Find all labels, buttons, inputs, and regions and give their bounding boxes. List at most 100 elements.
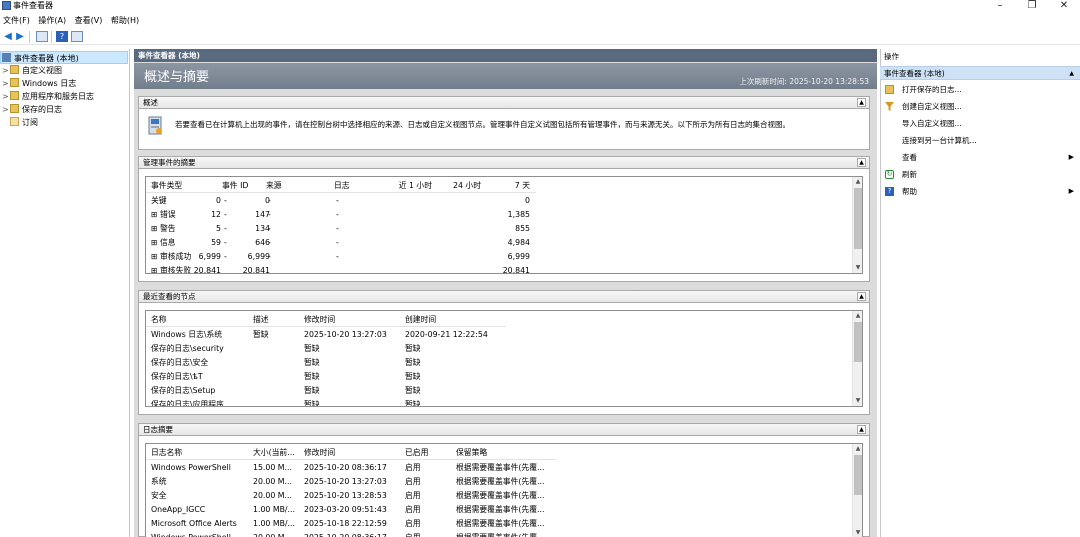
chevron-right-icon[interactable]: > [2, 103, 10, 116]
collapse-icon[interactable]: ▲ [857, 158, 866, 167]
column-header[interactable]: 创建时间 [405, 313, 436, 327]
menu-view[interactable]: 查看(V) [72, 13, 106, 28]
column-header[interactable]: 日志名称 [151, 446, 182, 460]
show-hide-tree-icon[interactable] [36, 31, 48, 42]
log-summary-table[interactable]: 日志名称 大小(当前... 修改时间 已启用 保留策略 Windows Powe… [145, 443, 863, 537]
refresh-icon: ↻ [885, 170, 894, 179]
tree-item-subscriptions[interactable]: 订阅 [10, 116, 38, 129]
admin-summary-table[interactable]: 事件类型 事件 ID 来源 日志 近 1 小时 24 小时 7 天 关键 - - -0… [145, 176, 863, 274]
action-import-custom-view[interactable]: 导入自定义视图... [880, 115, 1080, 132]
minimize-button[interactable]: – [985, 0, 1015, 12]
table-cell: 暂缺 [405, 400, 421, 407]
scroll-down-icon[interactable]: ▼ [853, 396, 862, 406]
column-header[interactable]: 日志 [334, 179, 350, 193]
column-header[interactable]: 事件 ID [222, 179, 248, 193]
scroll-down-icon[interactable]: ▼ [853, 263, 862, 273]
chevron-right-icon[interactable]: > [2, 90, 10, 103]
scroll-thumb[interactable] [854, 455, 862, 495]
action-connect-another-computer[interactable]: 连接到另一台计算机... [880, 132, 1080, 149]
table-row[interactable]: 关键 - - -0 0 0 [146, 194, 536, 208]
table-row[interactable]: OneApp_IGCC 1.00 MB/... 2023-03-20 09:51:4… [146, 503, 846, 517]
column-header[interactable]: 近 1 小时 [399, 179, 432, 193]
table-row[interactable]: ⊞ 错误 - - -12 147 1,385 [146, 208, 536, 222]
scroll-up-icon[interactable]: ▲ [853, 444, 862, 454]
action-help[interactable]: ? 帮助 ▶ [880, 183, 1080, 200]
table-row[interactable]: Windows PowerShell 20.00 M... 2025-10-20 0… [146, 531, 846, 537]
menu-file[interactable]: 文件(F) [0, 13, 33, 28]
table-row[interactable]: ⊞ 信息 - - -59 646 4,984 [146, 236, 536, 250]
table-row[interactable]: Microsoft Office Alerts 1.00 MB/... 2025-1… [146, 517, 846, 531]
column-header[interactable]: 已启用 [405, 446, 428, 460]
column-header[interactable]: 事件类型 [151, 179, 182, 193]
action-create-custom-view[interactable]: 创建自定义视图... [880, 98, 1080, 115]
column-header[interactable]: 名称 [151, 313, 167, 327]
table-cell: 根据需要覆盖事件(先覆... [456, 505, 545, 514]
table-cell: 暂缺 [304, 372, 320, 381]
scroll-thumb[interactable] [854, 322, 862, 362]
table-row[interactable]: ⊞ 警告 - - -5 134 855 [146, 222, 536, 236]
table-cell: ⊞ 警告 [151, 224, 176, 233]
action-open-saved-log[interactable]: 打开保存的日志... [880, 81, 1080, 98]
table-row[interactable]: 保存的日志\security 暂缺 暂缺 [146, 342, 846, 356]
scroll-up-icon[interactable]: ▲ [853, 311, 862, 321]
column-header[interactable]: 24 小时 [453, 179, 481, 193]
tree-item-app-service-logs[interactable]: > 应用程序和服务日志 [2, 90, 94, 103]
close-button[interactable]: ✕ [1049, 0, 1079, 12]
collapse-icon[interactable]: ▲ [857, 98, 866, 107]
table-cell: Windows PowerShell [151, 463, 231, 472]
tree-item-custom-views[interactable]: > 自定义视图 [2, 64, 62, 77]
table-row[interactable]: ⊞ 审核成功 - - -6,999 6,999 6,999 [146, 250, 536, 264]
column-header[interactable]: 描述 [253, 313, 269, 327]
overview-section-header[interactable]: 概述 ▲ [138, 96, 870, 109]
show-action-pane-icon[interactable] [71, 31, 83, 42]
scroll-thumb[interactable] [854, 188, 862, 249]
help-icon[interactable]: ? [56, 31, 68, 42]
action-refresh[interactable]: ↻ 刷新 [880, 166, 1080, 183]
chevron-right-icon[interactable]: > [2, 64, 10, 77]
vertical-scrollbar[interactable]: ▲ ▼ [852, 177, 862, 273]
table-row[interactable]: 保存的日志\ѣT 暂缺 暂缺 [146, 370, 846, 384]
chevron-right-icon[interactable]: > [2, 77, 10, 90]
column-header[interactable]: 来源 [266, 179, 282, 193]
table-header-row: 日志名称 大小(当前... 修改时间 已启用 保留策略 [146, 446, 556, 460]
vertical-scrollbar[interactable]: ▲ ▼ [852, 444, 862, 537]
column-header[interactable]: 保留策略 [456, 446, 487, 460]
collapse-icon[interactable]: ▲ [857, 292, 866, 301]
scroll-up-icon[interactable]: ▲ [853, 177, 862, 187]
table-row[interactable]: 保存的日志\安全 暂缺 暂缺 [146, 356, 846, 370]
column-header[interactable]: 7 天 [515, 179, 530, 193]
table-row[interactable]: Windows 日志\系统 暂缺 2025-10-20 13:27:03 2020-0… [146, 328, 846, 342]
menu-action[interactable]: 操作(A) [35, 13, 69, 28]
column-header[interactable]: 修改时间 [304, 313, 335, 327]
menu-help[interactable]: 帮助(H) [108, 13, 142, 28]
table-row[interactable]: ⊞ 审核失败 20,841 20,841 20,841 [146, 264, 536, 273]
table-cell: 系统 [151, 477, 167, 486]
tree-item-saved-logs[interactable]: > 保存的日志 [2, 103, 62, 116]
column-header[interactable]: 大小(当前... [253, 446, 295, 460]
table-cell: 20.00 M... [253, 531, 292, 537]
table-row[interactable]: Windows PowerShell 15.00 M... 2025-10-20 0… [146, 461, 846, 475]
vertical-scrollbar[interactable]: ▲ ▼ [852, 311, 862, 406]
action-view[interactable]: 查看 ▶ [880, 149, 1080, 166]
forward-arrow-icon[interactable]: ▶ [14, 31, 26, 42]
tree-item-windows-logs[interactable]: > Windows 日志 [2, 77, 76, 90]
recent-nodes-section-header[interactable]: 最近查看的节点 ▲ [138, 290, 870, 303]
restore-button[interactable]: ❐ [1017, 0, 1047, 12]
admin-summary-section-header[interactable]: 管理事件的摘要 ▲ [138, 156, 870, 169]
actions-subheader[interactable]: 事件查看器 (本地) ▲ [880, 66, 1080, 80]
recent-nodes-table[interactable]: 名称 描述 修改时间 创建时间 Windows 日志\系统 暂缺 2025-10-2… [145, 310, 863, 407]
table-row[interactable]: 系统 20.00 M... 2025-10-20 13:27:03 启用 根据需要覆盖事… [146, 475, 846, 489]
log-summary-section-header[interactable]: 日志摘要 ▲ [138, 423, 870, 436]
collapse-icon[interactable]: ▲ [857, 425, 866, 434]
table-cell: 2025-10-20 08:36:17 [304, 531, 387, 537]
column-header[interactable]: 修改时间 [304, 446, 335, 460]
collapse-icon[interactable]: ▲ [1069, 67, 1074, 81]
table-row[interactable]: 保存的日志\应用程序 暂缺 暂缺 [146, 398, 846, 407]
table-row[interactable]: 安全 20.00 M... 2025-10-20 13:28:53 启用 根据需要覆盖事… [146, 489, 846, 503]
scroll-down-icon[interactable]: ▼ [853, 528, 862, 537]
table-cell: 2025-10-20 13:28:53 [304, 491, 387, 500]
table-cell: 0 [216, 196, 221, 205]
table-row[interactable]: 保存的日志\Setup 暂缺 暂缺 [146, 384, 846, 398]
tree-item-event-viewer-local[interactable]: 事件查看器 (本地) [0, 51, 128, 64]
back-arrow-icon[interactable]: ◀ [2, 31, 14, 42]
